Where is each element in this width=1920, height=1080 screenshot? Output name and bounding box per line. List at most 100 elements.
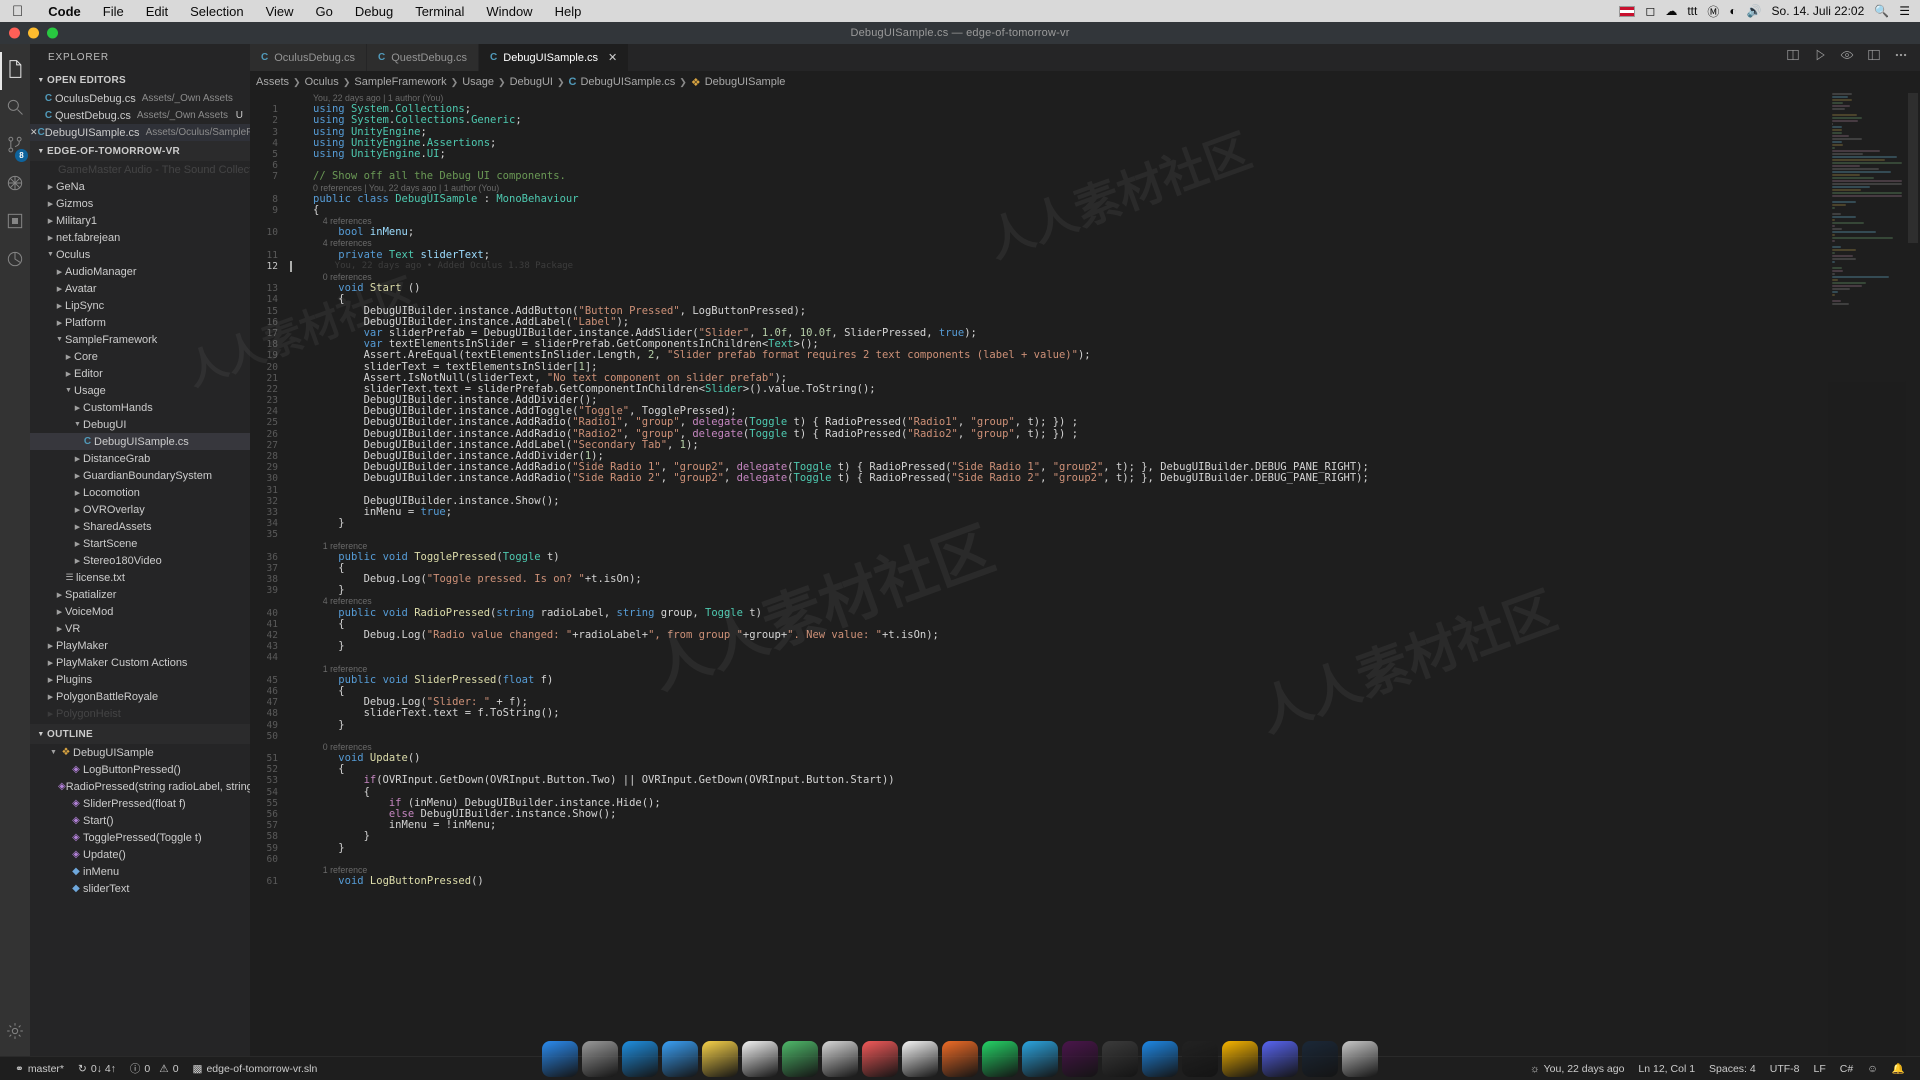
dock-item-maps[interactable] xyxy=(782,1041,818,1077)
code-line[interactable]: 39 } xyxy=(250,585,1920,597)
codelens-annotation[interactable]: 1 reference xyxy=(250,865,1920,876)
codelens-annotation[interactable]: 4 references xyxy=(250,216,1920,227)
code-line[interactable]: 43 } xyxy=(250,640,1920,652)
menu-item-view[interactable]: View xyxy=(255,4,305,19)
code-line[interactable]: 42 Debug.Log("Radio value changed: "+rad… xyxy=(250,629,1920,641)
menu-item-terminal[interactable]: Terminal xyxy=(404,4,475,19)
code-line[interactable]: 9{ xyxy=(250,204,1920,216)
menu-item-debug[interactable]: Debug xyxy=(344,4,404,19)
dock-item-steam[interactable] xyxy=(1302,1041,1338,1077)
outline-item[interactable]: ◈ Start() xyxy=(30,812,250,829)
outline-item[interactable]: ▼ ❖ DebugUISample xyxy=(30,744,250,761)
tree-item-customhands[interactable]: ▶ CustomHands xyxy=(30,399,250,416)
codelens-annotation[interactable]: 0 references xyxy=(250,742,1920,753)
open-editor-item[interactable]: ✕CDebugUISample.cs Assets/Oculus/SampleFr… xyxy=(30,124,250,141)
code-line[interactable]: 53 if(OVRInput.GetDown(OVRInput.Button.T… xyxy=(250,775,1920,787)
tree-item-debugui[interactable]: ▼ DebugUI xyxy=(30,416,250,433)
breadcrumb-item[interactable]: DebugUISample.cs xyxy=(580,76,675,88)
split-editor-icon[interactable] xyxy=(1786,48,1800,67)
outline-item[interactable]: ◈ Update() xyxy=(30,846,250,863)
code-line[interactable]: 11 private Text sliderText; xyxy=(250,249,1920,261)
tree-item-usage[interactable]: ▼ Usage xyxy=(30,382,250,399)
code-line[interactable]: 2 using System.Collections.Generic; xyxy=(250,115,1920,127)
dock-item-notes[interactable] xyxy=(702,1041,738,1077)
code-line[interactable]: 57 inMenu = !inMenu; xyxy=(250,819,1920,831)
tree-item-gizmos[interactable]: ▶ Gizmos xyxy=(30,195,250,212)
breadcrumb-item[interactable]: SampleFramework xyxy=(354,76,446,88)
code-line[interactable]: 12 You, 22 days ago • Added Oculus 1.38 … xyxy=(250,261,1920,272)
code-line[interactable]: 40 public void RadioPressed(string radio… xyxy=(250,607,1920,619)
mac-menu-bar[interactable]:  Code File Edit Selection View Go Debug… xyxy=(0,0,1920,22)
menubar-bluetooth-icon[interactable]: Ⓜ xyxy=(1707,3,1719,20)
close-icon[interactable]: ✕ xyxy=(608,51,617,64)
dock-item-whatsapp[interactable] xyxy=(982,1041,1018,1077)
code-line[interactable]: 30 DebugUIBuilder.instance.AddRadio("Sid… xyxy=(250,473,1920,485)
menubar-cloud-icon[interactable]: ☁ xyxy=(1665,4,1677,18)
code-line[interactable]: 32 DebugUIBuilder.instance.Show(); xyxy=(250,495,1920,507)
activitybar-source-control[interactable]: 8 xyxy=(0,128,30,166)
code-line[interactable]: 49 } xyxy=(250,719,1920,731)
code-line[interactable]: 8 public class DebugUISample : MonoBehavi… xyxy=(250,193,1920,205)
menubar-volume-icon[interactable]: 🔊 xyxy=(1747,4,1762,18)
tree-item-lipsync[interactable]: ▶ LipSync xyxy=(30,297,250,314)
tree-item-core[interactable]: ▶ Core xyxy=(30,348,250,365)
code-line[interactable]: 34 } xyxy=(250,517,1920,529)
menu-item-help[interactable]: Help xyxy=(544,4,593,19)
close-window-button[interactable] xyxy=(9,27,20,39)
code-line[interactable]: 51 void Update() xyxy=(250,752,1920,764)
menu-item-file[interactable]: File xyxy=(92,4,135,19)
activitybar-extensions[interactable] xyxy=(0,204,30,242)
code-line[interactable]: 59 } xyxy=(250,842,1920,854)
breadcrumb-item[interactable]: DebugUISample xyxy=(705,76,786,88)
code-line[interactable]: 4 using UnityEngine.Assertions; xyxy=(250,137,1920,149)
code-line[interactable]: 25 DebugUIBuilder.instance.AddRadio("Rad… xyxy=(250,417,1920,429)
code-line[interactable]: 50 xyxy=(250,731,1920,742)
code-line[interactable]: 44 xyxy=(250,652,1920,663)
code-line[interactable]: 35 xyxy=(250,529,1920,540)
run-icon[interactable] xyxy=(1813,48,1827,67)
menu-item-edit[interactable]: Edit xyxy=(135,4,179,19)
section-open-editors[interactable]: ▼ OPEN EDITORS xyxy=(30,70,250,90)
editor-scrollbar[interactable] xyxy=(1906,93,1920,1056)
code-editor[interactable]: You, 22 days ago | 1 author (You) 1 using … xyxy=(250,93,1920,1056)
apple-icon[interactable]:  xyxy=(12,4,23,19)
code-line[interactable]: 13 void Start () xyxy=(250,282,1920,294)
window-traffic-lights[interactable] xyxy=(9,27,58,39)
dock-item-reminders[interactable] xyxy=(742,1041,778,1077)
tree-item-military1[interactable]: ▶ Military1 xyxy=(30,212,250,229)
outline-item[interactable]: ◈ SliderPressed(float f) xyxy=(30,795,250,812)
menubar-search-icon[interactable]: 🔍 xyxy=(1874,4,1889,18)
eye-icon[interactable] xyxy=(1840,48,1854,67)
menubar-dropbox-icon[interactable]: ◻ xyxy=(1645,4,1655,18)
tree-item-sharedassets[interactable]: ▶ SharedAssets xyxy=(30,518,250,535)
code-line[interactable]: 19 Assert.AreEqual(textElementsInSlider.… xyxy=(250,350,1920,362)
dock-item-sketch[interactable] xyxy=(1222,1041,1258,1077)
dock-item-launchpad[interactable] xyxy=(582,1041,618,1077)
codelens-annotation[interactable]: 1 reference xyxy=(250,541,1920,552)
breadcrumb-item[interactable]: Usage xyxy=(462,76,494,88)
tree-item-plugins[interactable]: ▶ Plugins xyxy=(30,671,250,688)
layout-icon[interactable] xyxy=(1867,48,1881,67)
menu-item-go[interactable]: Go xyxy=(305,4,344,19)
activitybar-explorer[interactable] xyxy=(0,52,30,90)
open-editor-item[interactable]: C QuestDebug.cs Assets/_Own Assets U xyxy=(30,107,250,124)
code-line[interactable]: 56 else DebugUIBuilder.instance.Show(); xyxy=(250,808,1920,820)
codelens-annotation[interactable]: You, 22 days ago | 1 author (You) xyxy=(250,93,1920,104)
dock-item-finder[interactable] xyxy=(542,1041,578,1077)
breadcrumb-item[interactable]: Oculus xyxy=(305,76,339,88)
outline-item[interactable]: ◈ LogButtonPressed() xyxy=(30,761,250,778)
tree-item-playmaker[interactable]: ▶ PlayMaker xyxy=(30,637,250,654)
outline-item[interactable]: ◈ RadioPressed(string radioLabel, string … xyxy=(30,778,250,795)
outline-item[interactable]: ◈ TogglePressed(Toggle t) xyxy=(30,829,250,846)
menubar-controlcenter-icon[interactable]: ☰ xyxy=(1899,4,1910,18)
code-line[interactable]: 5 using UnityEngine.UI; xyxy=(250,148,1920,160)
codelens-annotation[interactable]: 0 references xyxy=(250,272,1920,283)
outline-item[interactable]: ◆ inMenu xyxy=(30,863,250,880)
tree-item-distancegrab[interactable]: ▶ DistanceGrab xyxy=(30,450,250,467)
mac-dock[interactable] xyxy=(0,1024,1920,1080)
dock-item-chrome[interactable] xyxy=(902,1041,938,1077)
tree-item-voicemod[interactable]: ▶ VoiceMod xyxy=(30,603,250,620)
code-line[interactable]: 45 public void SliderPressed(float f) xyxy=(250,674,1920,686)
menu-item-code[interactable]: Code xyxy=(37,4,92,19)
tree-item-spatializer[interactable]: ▶ Spatializer xyxy=(30,586,250,603)
